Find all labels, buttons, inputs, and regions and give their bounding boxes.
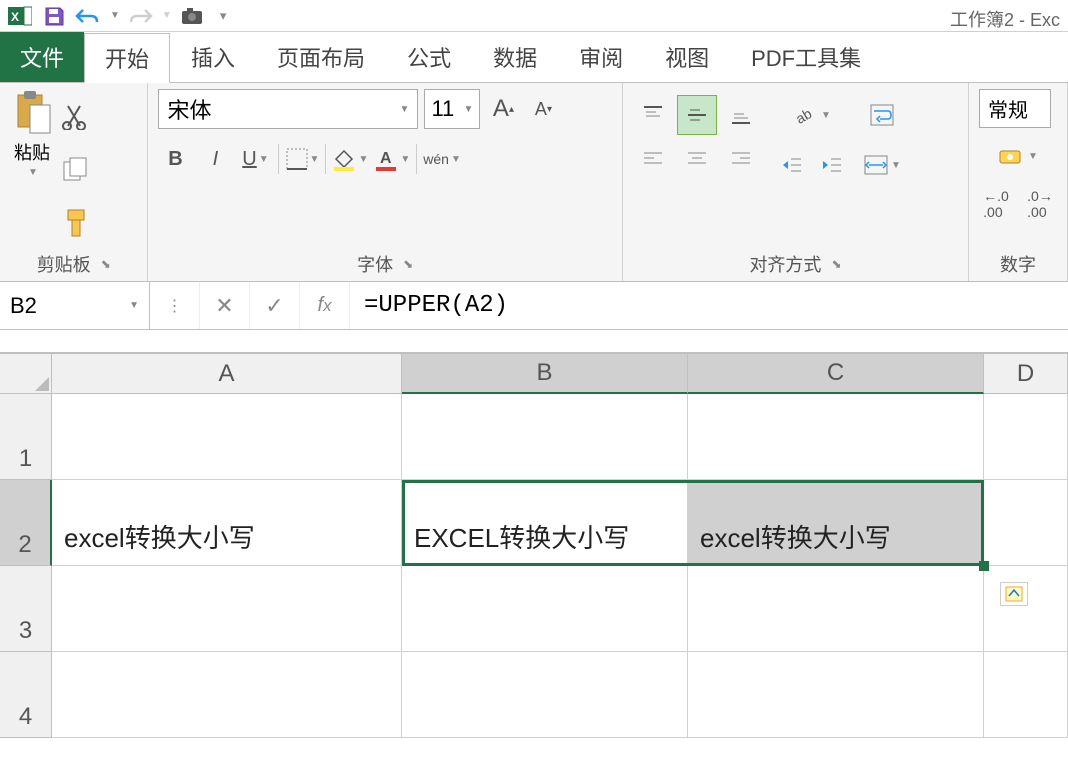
autofill-options-icon[interactable] (1000, 582, 1028, 606)
cell[interactable] (984, 480, 1068, 566)
quick-access-toolbar: X ▼ ▼ ▾ 工作簿2 - Exc (0, 0, 1068, 32)
cell-c2[interactable]: excel转换大小写 (688, 480, 984, 566)
ribbon-tabs: 文件 开始 插入 页面布局 公式 数据 审阅 视图 PDF工具集 (0, 32, 1068, 82)
cell[interactable] (402, 394, 688, 480)
align-launcher[interactable]: ⬊ (831, 257, 841, 271)
camera-icon[interactable] (178, 4, 206, 28)
cell[interactable] (688, 566, 984, 652)
tab-review[interactable]: 审阅 (558, 32, 644, 82)
font-size-select[interactable]: 11▼ (424, 89, 480, 129)
svg-text:A: A (380, 150, 392, 167)
decrease-indent-icon[interactable] (775, 145, 809, 185)
formula-menu-icon[interactable]: ⋮ (150, 282, 200, 329)
window-title: 工作簿2 - Exc (950, 6, 1060, 32)
undo-dropdown[interactable]: ▼ (110, 10, 120, 21)
svg-text:ab: ab (793, 105, 815, 127)
wrap-text-button[interactable] (863, 95, 901, 135)
tab-view[interactable]: 视图 (644, 32, 730, 82)
font-color-button[interactable]: A▼ (374, 139, 410, 179)
align-top-icon[interactable] (633, 95, 673, 135)
group-font: 宋体▼ 11▼ A▴ A▾ B I U▼ ▼ ▼ A▼ wén▼ 字体⬊ (148, 83, 623, 281)
copy-icon[interactable] (62, 156, 90, 182)
cut-icon[interactable] (62, 104, 90, 130)
currency-button[interactable]: ▼ (979, 136, 1057, 176)
tab-file[interactable]: 文件 (0, 32, 84, 82)
bold-button[interactable]: B (158, 139, 192, 179)
tab-insert[interactable]: 插入 (170, 32, 256, 82)
fill-color-button[interactable]: ▼ (332, 139, 368, 179)
orientation-button[interactable]: ab▼ (775, 95, 849, 135)
col-header-d[interactable]: D (984, 354, 1068, 394)
align-right-icon[interactable] (721, 139, 761, 179)
cell[interactable] (984, 652, 1068, 738)
fx-icon[interactable]: fx (300, 282, 350, 329)
number-format-select[interactable]: 常规 (979, 89, 1051, 128)
cell[interactable] (688, 394, 984, 480)
group-alignment: ab▼ ▼ 对齐方式⬊ (623, 83, 969, 281)
col-header-a[interactable]: A (52, 354, 402, 394)
row-header-3[interactable]: 3 (0, 566, 52, 652)
merge-button[interactable]: ▼ (863, 145, 901, 185)
group-number: 常规 ▼ ←.0.00 .0→.00 数字 (969, 83, 1068, 281)
undo-icon[interactable] (74, 4, 102, 28)
svg-text:X: X (11, 10, 19, 24)
redo-dropdown[interactable]: ▼ (162, 10, 172, 21)
shrink-font-icon[interactable]: A▾ (526, 89, 560, 129)
cancel-icon[interactable]: ✕ (200, 282, 250, 329)
paste-icon[interactable] (10, 89, 54, 137)
spreadsheet-grid: A B C D 1 2 excel转换大小写 EXCEL转换大小写 excel转… (0, 354, 1068, 738)
increase-decimal-icon[interactable]: .0→.00 (1023, 184, 1057, 224)
font-launcher[interactable]: ⬊ (403, 257, 413, 271)
fill-handle[interactable] (979, 561, 989, 571)
row-header-2[interactable]: 2 (0, 480, 52, 566)
formula-input[interactable]: =UPPER(A2) (350, 282, 1068, 329)
decrease-decimal-icon[interactable]: ←.0.00 (979, 184, 1013, 224)
align-middle-icon[interactable] (677, 95, 717, 135)
tab-home[interactable]: 开始 (84, 33, 170, 83)
tab-layout[interactable]: 页面布局 (256, 32, 386, 82)
cell[interactable] (984, 394, 1068, 480)
tab-data[interactable]: 数据 (472, 32, 558, 82)
cell[interactable] (688, 652, 984, 738)
row-header-4[interactable]: 4 (0, 652, 52, 738)
underline-button[interactable]: U▼ (238, 139, 272, 179)
qat-customize[interactable]: ▾ (220, 8, 227, 24)
cell[interactable] (984, 566, 1068, 652)
name-box[interactable]: B2▼ (0, 282, 150, 329)
select-all-corner[interactable] (0, 354, 52, 394)
align-center-icon[interactable] (677, 139, 717, 179)
align-bottom-icon[interactable] (721, 95, 761, 135)
italic-button[interactable]: I (198, 139, 232, 179)
cell[interactable] (52, 652, 402, 738)
formula-bar: B2▼ ⋮ ✕ ✓ fx =UPPER(A2) (0, 282, 1068, 330)
grow-font-icon[interactable]: A▴ (486, 89, 520, 129)
excel-icon: X (6, 4, 34, 28)
phonetic-button[interactable]: wén▼ (423, 139, 461, 179)
borders-button[interactable]: ▼ (285, 139, 319, 179)
redo-icon[interactable] (126, 4, 154, 28)
enter-icon[interactable]: ✓ (250, 282, 300, 329)
paste-label[interactable]: 粘贴 (14, 139, 50, 165)
cell[interactable] (402, 652, 688, 738)
save-icon[interactable] (40, 4, 68, 28)
cell[interactable] (402, 566, 688, 652)
increase-indent-icon[interactable] (815, 145, 849, 185)
tab-formula[interactable]: 公式 (386, 32, 472, 82)
ribbon: 粘贴 ▼ 剪贴板⬊ 宋体▼ 11▼ A▴ A▾ B I U▼ (0, 82, 1068, 282)
cell-b2[interactable]: EXCEL转换大小写 (402, 480, 688, 566)
row-header-1[interactable]: 1 (0, 394, 52, 480)
col-header-b[interactable]: B (402, 354, 688, 394)
col-header-c[interactable]: C (688, 354, 984, 394)
cell-a2[interactable]: excel转换大小写 (52, 480, 402, 566)
group-clipboard: 粘贴 ▼ 剪贴板⬊ (0, 83, 148, 281)
cell[interactable] (52, 566, 402, 652)
clipboard-launcher[interactable]: ⬊ (101, 257, 111, 271)
paste-dropdown[interactable]: ▼ (28, 167, 38, 178)
align-left-icon[interactable] (633, 139, 673, 179)
format-painter-icon[interactable] (62, 208, 90, 238)
font-name-select[interactable]: 宋体▼ (158, 89, 418, 129)
tab-pdf[interactable]: PDF工具集 (730, 32, 882, 82)
cell[interactable] (52, 394, 402, 480)
